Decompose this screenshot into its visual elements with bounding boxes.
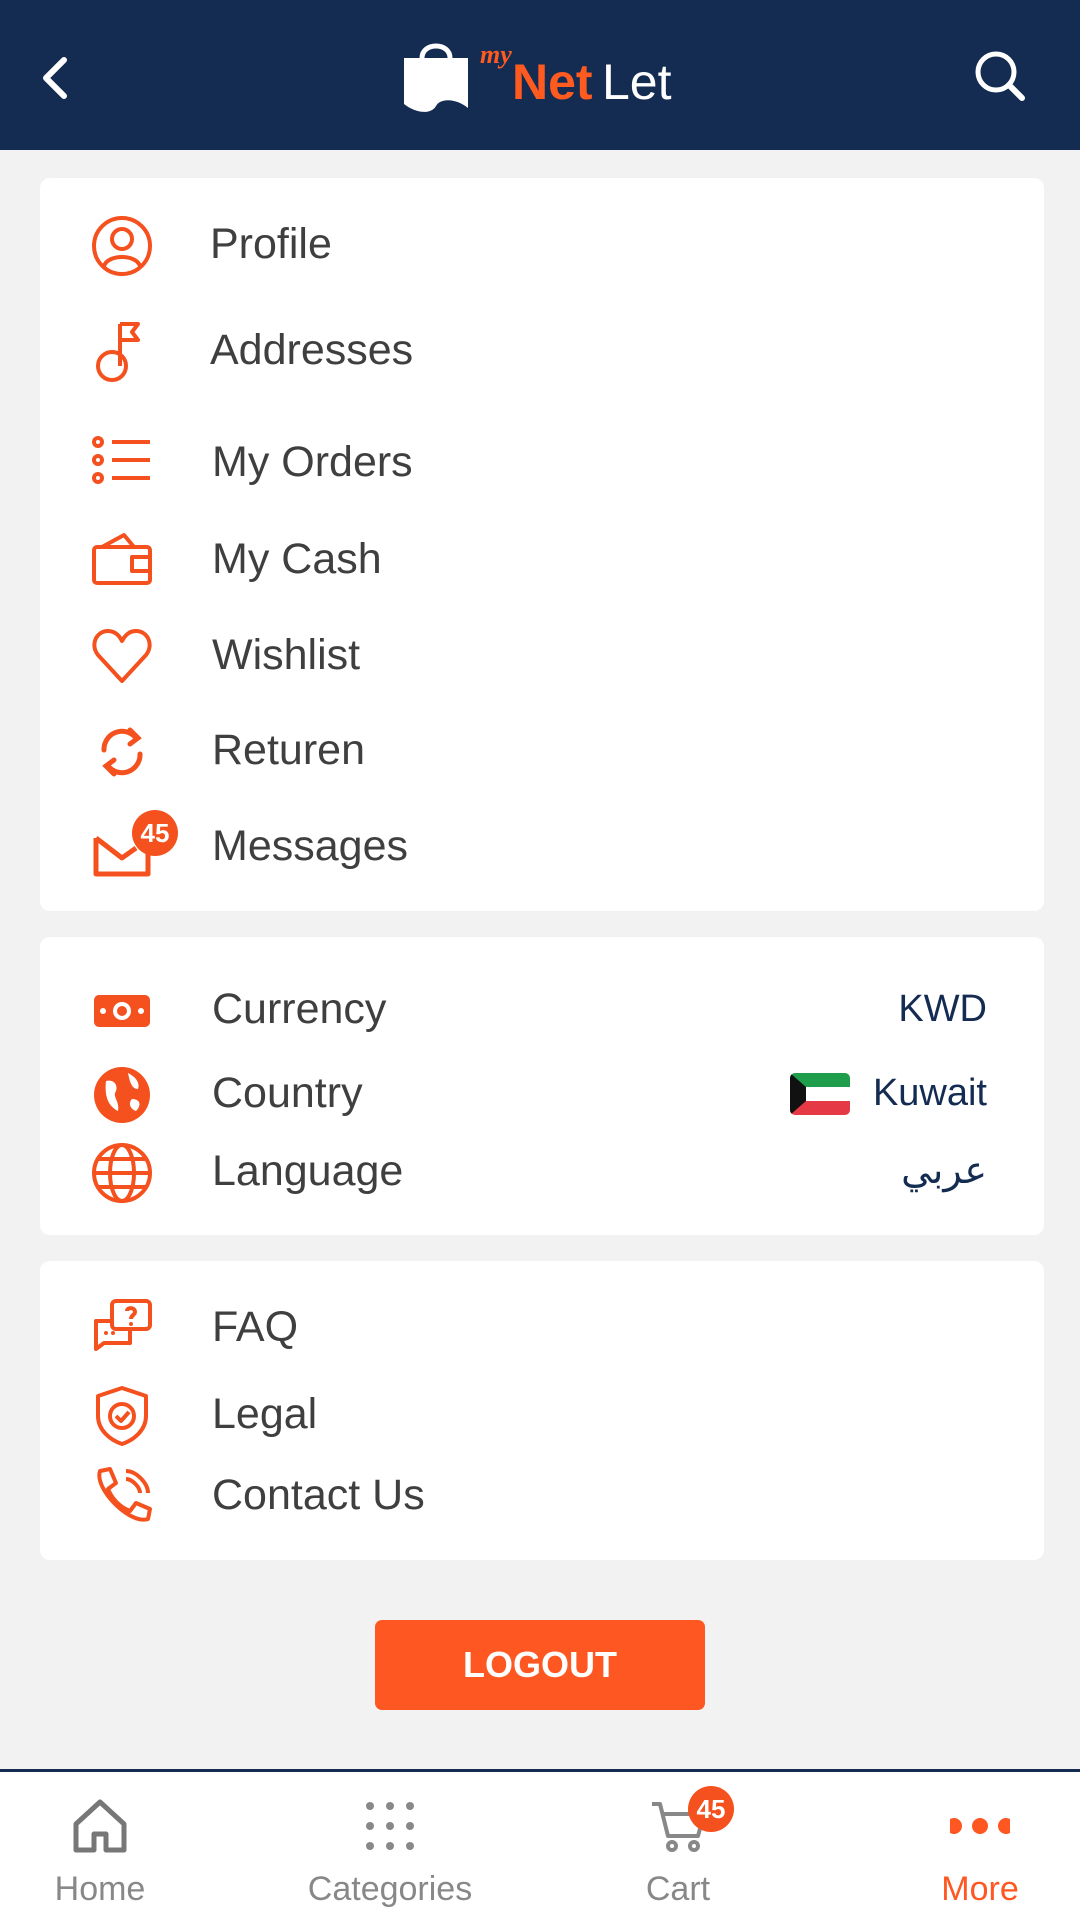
menu-item-profile[interactable]: Profile xyxy=(40,208,1044,278)
menu-item-faq[interactable]: FAQ xyxy=(40,1291,1044,1361)
top-app-bar: my Net Let xyxy=(0,0,1080,150)
menu-item-label: Returen xyxy=(212,726,365,774)
menu-item-legal[interactable]: Legal xyxy=(40,1378,1044,1448)
tab-more[interactable]: More xyxy=(880,1772,1080,1923)
heart-icon xyxy=(90,625,154,689)
list-icon xyxy=(90,432,154,496)
earth-icon xyxy=(90,1063,154,1127)
menu-item-addresses[interactable]: Addresses xyxy=(40,314,1044,384)
app-logo: my Net Let xyxy=(400,34,690,118)
menu-item-returen[interactable]: Returen xyxy=(40,714,1044,784)
search-button[interactable] xyxy=(970,46,1030,106)
shopping-bag-icon xyxy=(404,43,468,112)
menu-item-my-orders[interactable]: My Orders xyxy=(40,426,1044,496)
messages-badge: 45 xyxy=(132,810,178,856)
country-value: Kuwait xyxy=(872,1072,987,1114)
refresh-icon xyxy=(90,720,154,784)
tab-label: Cart xyxy=(645,1870,711,1908)
setting-country[interactable]: Country Kuwait xyxy=(40,1057,1044,1127)
grid-dots-icon xyxy=(366,1802,414,1850)
menu-item-label: Legal xyxy=(212,1390,318,1438)
search-icon xyxy=(975,51,1025,101)
setting-label: Country xyxy=(212,1069,363,1117)
menu-item-wishlist[interactable]: Wishlist xyxy=(40,619,1044,689)
logout-button[interactable]: LOGOUT xyxy=(375,1620,705,1710)
setting-currency[interactable]: Currency KWD xyxy=(40,973,1044,1043)
cart-badge: 45 xyxy=(688,1786,734,1832)
menu-item-label: Addresses xyxy=(210,326,414,374)
logo-net-text: Net xyxy=(512,54,593,110)
menu-item-label: My Orders xyxy=(212,438,413,486)
globe-icon xyxy=(90,1141,154,1205)
chevron-left-icon xyxy=(43,57,67,99)
tab-label: More xyxy=(941,1870,1019,1908)
money-icon xyxy=(90,979,154,1043)
phone-icon xyxy=(90,1465,154,1529)
more-dots-icon xyxy=(950,1818,1010,1834)
home-icon xyxy=(73,1799,127,1853)
menu-item-contact-us[interactable]: Contact Us xyxy=(40,1459,1044,1529)
language-value: عربي xyxy=(901,1150,987,1192)
bottom-tab-bar: Home Categories 45 Cart More xyxy=(0,1769,1080,1923)
tab-label: Home xyxy=(54,1870,146,1908)
menu-item-label: Profile xyxy=(210,220,332,268)
logo-my-text: my xyxy=(480,40,512,69)
chat-question-icon xyxy=(90,1297,154,1361)
kuwait-flag-icon xyxy=(790,1073,850,1115)
setting-label: Language xyxy=(212,1147,404,1195)
shield-check-icon xyxy=(90,1384,154,1448)
settings-card: Currency KWD Country Kuwait Language عرب… xyxy=(40,937,1044,1235)
menu-item-label: FAQ xyxy=(212,1303,299,1351)
setting-label: Currency xyxy=(212,985,387,1033)
flag-pin-icon xyxy=(90,320,154,384)
tab-label: Categories xyxy=(307,1870,473,1908)
support-card: FAQ Legal Contact Us xyxy=(40,1261,1044,1560)
tab-cart[interactable]: 45 Cart xyxy=(578,1772,778,1923)
menu-item-label: Contact Us xyxy=(212,1471,425,1519)
user-icon xyxy=(90,214,154,278)
menu-item-label: Messages xyxy=(212,822,408,870)
currency-value: KWD xyxy=(898,988,987,1030)
wallet-icon xyxy=(90,529,154,593)
back-button[interactable] xyxy=(36,50,86,106)
menu-item-label: My Cash xyxy=(212,535,382,583)
logo-let-text: Let xyxy=(602,54,672,110)
tab-categories[interactable]: Categories xyxy=(290,1772,490,1923)
menu-item-label: Wishlist xyxy=(212,631,361,679)
menu-item-my-cash[interactable]: My Cash xyxy=(40,523,1044,593)
menu-item-messages[interactable]: 45 Messages xyxy=(40,810,1044,880)
setting-language[interactable]: Language عربي xyxy=(40,1135,1044,1205)
account-menu-card: Profile Addresses My Orders My Cash Wish… xyxy=(40,178,1044,911)
tab-home[interactable]: Home xyxy=(0,1772,200,1923)
